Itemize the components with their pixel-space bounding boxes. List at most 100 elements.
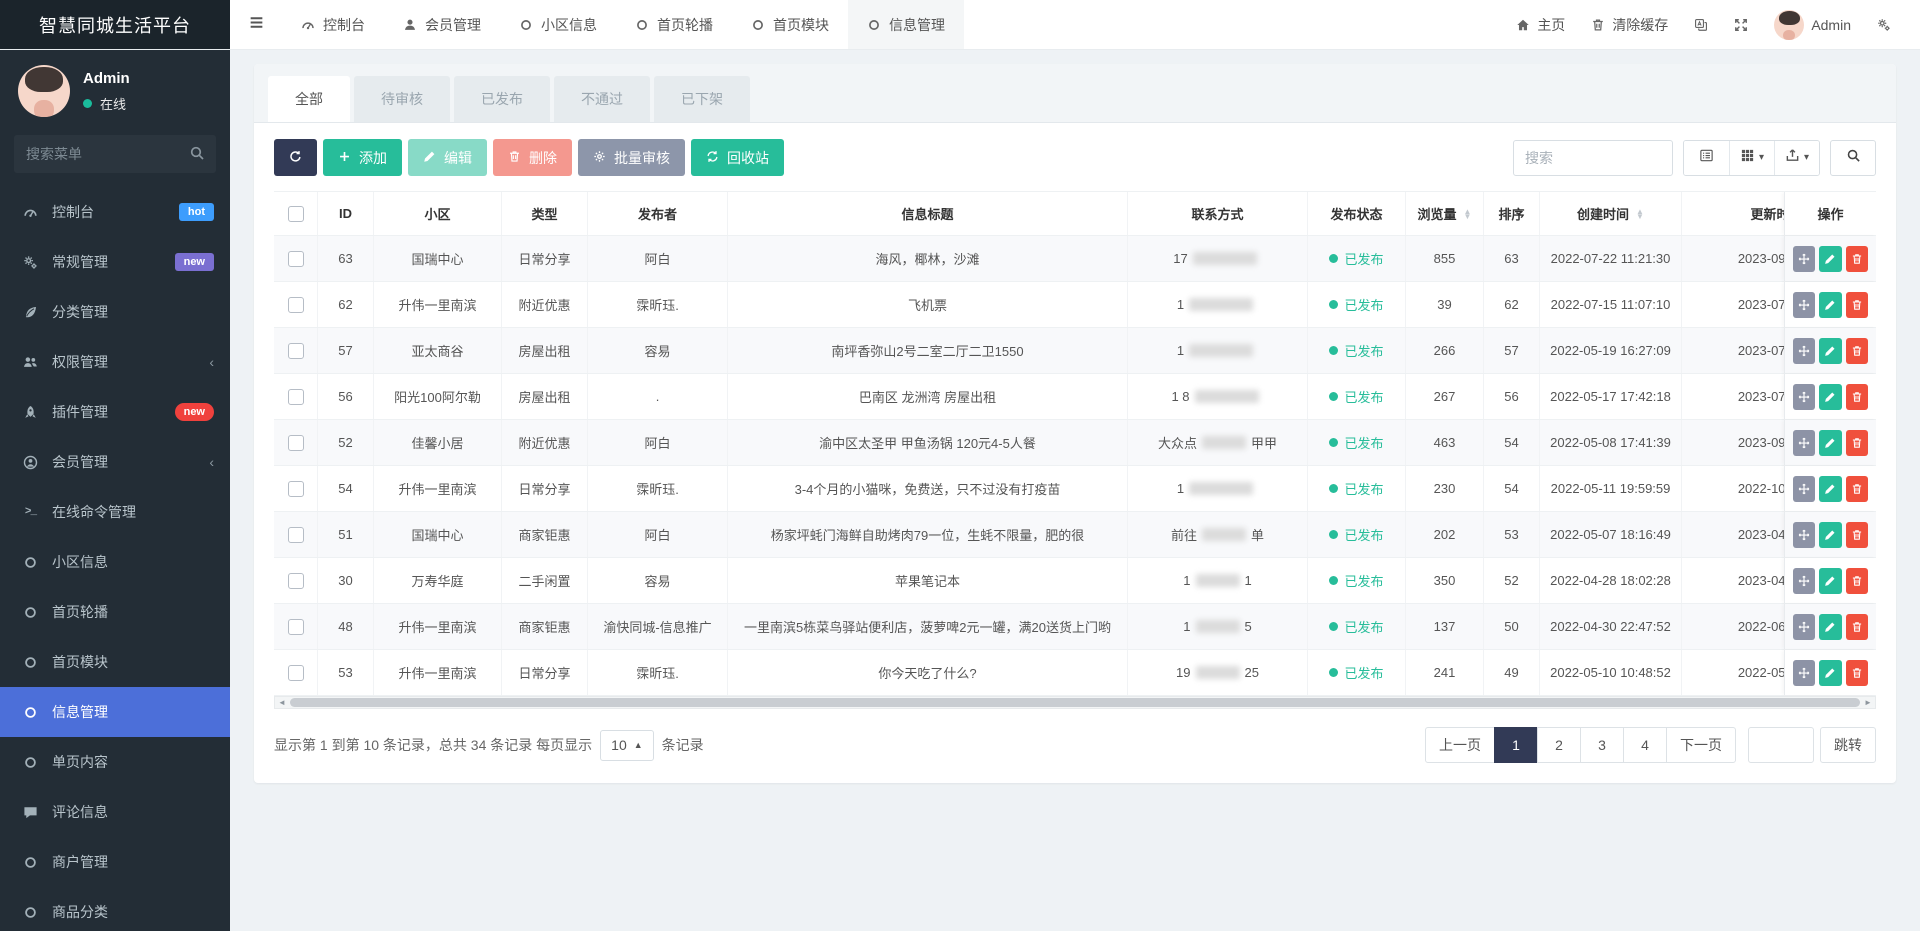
page-button-2[interactable]: 2 — [1537, 727, 1581, 763]
sidebar-item-11[interactable]: 信息管理 — [0, 687, 230, 737]
scroll-left-arrow[interactable]: ◄ — [275, 697, 289, 708]
move-row-button[interactable] — [1793, 430, 1815, 456]
sidebar-item-1[interactable]: 控制台hot — [0, 187, 230, 237]
sidebar-item-4[interactable]: 权限管理‹ — [0, 337, 230, 387]
sidebar-item-3[interactable]: 分类管理 — [0, 287, 230, 337]
home-link[interactable]: 主页 — [1503, 0, 1578, 49]
move-row-button[interactable] — [1793, 522, 1815, 548]
sidebar-item-6[interactable]: 会员管理‹ — [0, 437, 230, 487]
delete-row-button[interactable] — [1846, 338, 1868, 364]
edit-row-button[interactable] — [1819, 522, 1841, 548]
edit-row-button[interactable] — [1819, 338, 1841, 364]
move-row-button[interactable] — [1793, 292, 1815, 318]
delete-row-button[interactable] — [1846, 430, 1868, 456]
row-checkbox[interactable] — [288, 389, 304, 405]
sidebar-item-12[interactable]: 单页内容 — [0, 737, 230, 787]
add-button[interactable]: 添加 — [323, 139, 402, 176]
detail-view-button[interactable] — [1684, 141, 1729, 175]
columns-button[interactable]: ▾ — [1729, 141, 1774, 175]
delete-row-button[interactable] — [1846, 476, 1868, 502]
batch-audit-button[interactable]: 批量审核 — [578, 139, 685, 176]
scroll-right-arrow[interactable]: ► — [1861, 697, 1875, 708]
sidebar-toggle-button[interactable] — [230, 0, 282, 49]
row-checkbox[interactable] — [288, 527, 304, 543]
tab-5[interactable]: 已下架 — [654, 76, 750, 122]
topnav-item-4[interactable]: 首页轮播 — [616, 0, 732, 49]
jump-button[interactable]: 跳转 — [1820, 727, 1876, 763]
edit-row-button[interactable] — [1819, 660, 1841, 686]
move-row-button[interactable] — [1793, 568, 1815, 594]
scrollbar-thumb[interactable] — [290, 698, 1860, 707]
settings-button[interactable] — [1864, 0, 1904, 49]
sidebar-item-15[interactable]: 商品分类 — [0, 887, 230, 931]
delete-button[interactable]: 删除 — [493, 139, 572, 176]
table-search-input[interactable] — [1513, 140, 1673, 176]
page-button-3[interactable]: 3 — [1580, 727, 1624, 763]
delete-row-button[interactable] — [1846, 292, 1868, 318]
sidebar-item-2[interactable]: 常规管理new — [0, 237, 230, 287]
move-row-button[interactable] — [1793, 660, 1815, 686]
row-checkbox[interactable] — [288, 481, 304, 497]
clear-cache-button[interactable]: 清除缓存 — [1578, 0, 1681, 49]
prev-page-button[interactable]: 上一页 — [1425, 727, 1495, 763]
next-page-button[interactable]: 下一页 — [1666, 727, 1736, 763]
tab-4[interactable]: 不通过 — [554, 76, 650, 122]
topnav-item-1[interactable]: 控制台 — [282, 0, 384, 49]
topnav-item-3[interactable]: 小区信息 — [500, 0, 616, 49]
row-checkbox[interactable] — [288, 435, 304, 451]
jump-page-input[interactable] — [1748, 727, 1814, 763]
tab-1[interactable]: 全部 — [268, 76, 350, 122]
export-button[interactable]: ▾ — [1774, 141, 1819, 175]
tab-3[interactable]: 已发布 — [454, 76, 550, 122]
sidebar-item-7[interactable]: >_在线命令管理 — [0, 487, 230, 537]
edit-row-button[interactable] — [1819, 568, 1841, 594]
topnav-item-6[interactable]: 信息管理 — [848, 0, 964, 49]
column-header-创建时间[interactable]: 创建时间▲▼ — [1540, 192, 1682, 235]
sidebar-item-5[interactable]: 插件管理new — [0, 387, 230, 437]
recycle-bin-button[interactable]: 回收站 — [691, 139, 784, 176]
delete-row-button[interactable] — [1846, 568, 1868, 594]
tab-2[interactable]: 待审核 — [354, 76, 450, 122]
row-checkbox[interactable] — [288, 665, 304, 681]
edit-row-button[interactable] — [1819, 476, 1841, 502]
row-checkbox[interactable] — [288, 297, 304, 313]
page-button-1[interactable]: 1 — [1494, 727, 1538, 763]
move-row-button[interactable] — [1793, 476, 1815, 502]
sidebar-item-13[interactable]: 评论信息 — [0, 787, 230, 837]
row-checkbox[interactable] — [288, 343, 304, 359]
topnav-item-5[interactable]: 首页模块 — [732, 0, 848, 49]
search-submit-button[interactable] — [1830, 140, 1876, 176]
row-checkbox[interactable] — [288, 619, 304, 635]
delete-row-button[interactable] — [1846, 384, 1868, 410]
edit-row-button[interactable] — [1819, 614, 1841, 640]
move-row-button[interactable] — [1793, 614, 1815, 640]
sidebar-search-input[interactable] — [14, 135, 216, 173]
column-header-浏览量[interactable]: 浏览量▲▼ — [1406, 192, 1484, 235]
edit-button[interactable]: 编辑 — [408, 139, 487, 176]
sidebar-item-9[interactable]: 首页轮播 — [0, 587, 230, 637]
delete-row-button[interactable] — [1846, 614, 1868, 640]
move-row-button[interactable] — [1793, 246, 1815, 272]
delete-row-button[interactable] — [1846, 660, 1868, 686]
row-checkbox[interactable] — [288, 573, 304, 589]
language-button[interactable] — [1681, 0, 1721, 49]
refresh-button[interactable] — [274, 139, 317, 176]
delete-row-button[interactable] — [1846, 522, 1868, 548]
select-all-checkbox[interactable] — [288, 206, 304, 222]
move-row-button[interactable] — [1793, 338, 1815, 364]
page-button-4[interactable]: 4 — [1623, 727, 1667, 763]
fullscreen-button[interactable] — [1721, 0, 1761, 49]
sidebar-item-14[interactable]: 商户管理 — [0, 837, 230, 887]
sidebar-item-10[interactable]: 首页模块 — [0, 637, 230, 687]
topnav-item-2[interactable]: 会员管理 — [384, 0, 500, 49]
edit-row-button[interactable] — [1819, 384, 1841, 410]
edit-row-button[interactable] — [1819, 246, 1841, 272]
row-checkbox[interactable] — [288, 251, 304, 267]
page-size-select[interactable]: 10 ▲ — [600, 730, 654, 761]
edit-row-button[interactable] — [1819, 292, 1841, 318]
move-row-button[interactable] — [1793, 384, 1815, 410]
delete-row-button[interactable] — [1846, 246, 1868, 272]
user-menu[interactable]: Admin — [1761, 0, 1864, 49]
sidebar-item-8[interactable]: 小区信息 — [0, 537, 230, 587]
edit-row-button[interactable] — [1819, 430, 1841, 456]
